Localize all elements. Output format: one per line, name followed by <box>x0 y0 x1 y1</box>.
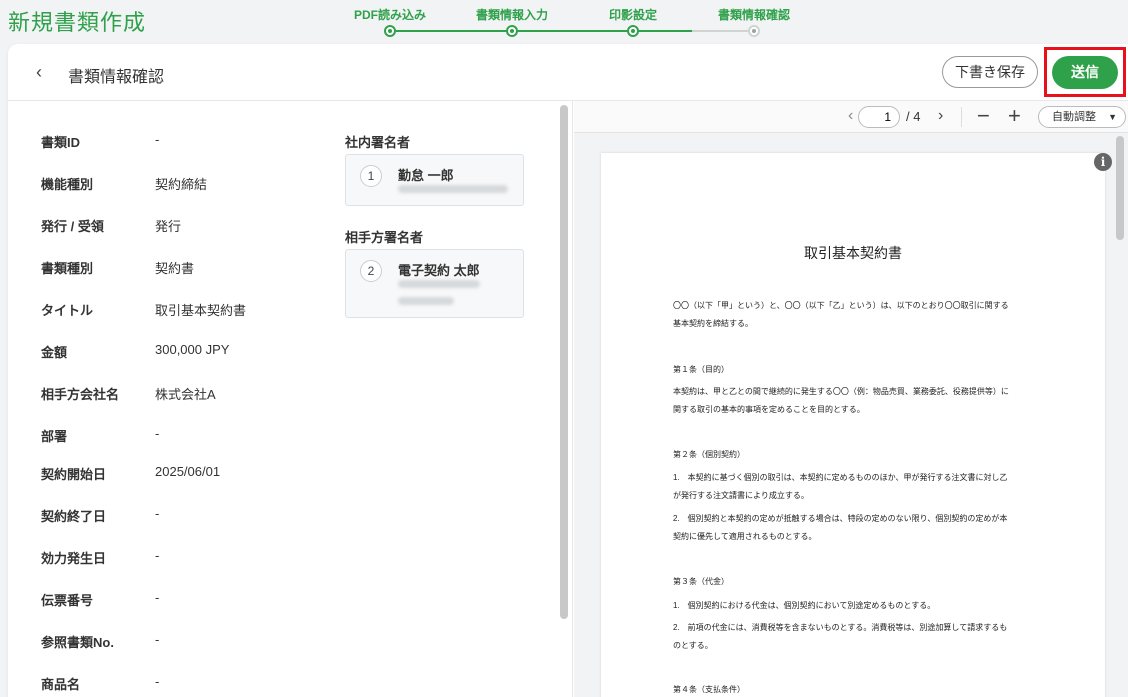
field-label: 発行 / 受領 <box>41 219 104 234</box>
field-value: 株式会社A <box>155 387 216 402</box>
document-line: 2. 個別契約と本契約の定めが抵触する場合は、特段の定めのない限り、個別契約の定… <box>673 514 1008 523</box>
field-value: 取引基本契約書 <box>155 303 247 318</box>
internal-signers-title: 社内署名者 <box>345 135 411 150</box>
document-line: 第２条（個別契約） <box>673 450 745 459</box>
page-total: / 4 <box>906 109 921 124</box>
field-value: - <box>155 590 160 605</box>
step-dot <box>627 25 639 37</box>
field-label: 書類ID <box>41 135 81 150</box>
document-line: 第４条（支払条件） <box>673 685 745 694</box>
step-confirm: 書類情報確認 <box>694 6 814 37</box>
main-card: ‹ 書類情報確認 下書き保存 送信 書類ID - 機能種別 契約締結 発行 / … <box>8 44 1128 697</box>
document-line: 1. 本契約に基づく個別の取引は、本契約に定めるもののほか、甲が発行する注文書に… <box>673 473 1008 482</box>
zoom-in-icon[interactable]: + <box>1008 103 1021 129</box>
field-label: タイトル <box>41 303 94 318</box>
field-value: - <box>155 674 160 689</box>
document-line: が発行する注文請書により成立する。 <box>673 491 809 500</box>
step-label: PDF読み込み <box>353 8 426 22</box>
field-value: 契約書 <box>155 261 195 276</box>
signer-company-redacted <box>398 280 480 288</box>
card-header: ‹ 書類情報確認 下書き保存 送信 <box>8 44 1128 101</box>
step-label: 書類情報確認 <box>717 8 790 22</box>
send-button[interactable]: 送信 <box>1052 56 1118 89</box>
field-value: - <box>155 506 160 521</box>
signer-email-redacted <box>398 297 454 305</box>
step-label: 書類情報入力 <box>475 8 548 22</box>
document-line: 基本契約を締結する。 <box>673 319 753 328</box>
step-label: 印影設定 <box>608 8 657 22</box>
step-seal-settings: 印影設定 <box>573 6 693 37</box>
field-value: 300,000 JPY <box>155 342 230 357</box>
field-label: 金額 <box>41 345 68 360</box>
step-pdf-import: PDF読み込み <box>330 6 450 37</box>
signer-email-redacted <box>398 185 508 193</box>
field-label: 伝票番号 <box>41 593 94 608</box>
field-value: - <box>155 132 160 147</box>
field-label: 参照書類No. <box>41 635 114 650</box>
signer-order-badge: 2 <box>360 260 382 282</box>
document-title: 取引基本契約書 <box>804 245 902 261</box>
field-label: 書類種別 <box>41 261 94 276</box>
field-value: - <box>155 548 160 563</box>
document-line: 第３条（代金） <box>673 577 729 586</box>
internal-signer-card: 1 勤怠 一郎 <box>345 154 524 206</box>
zoom-select-value: 自動調整 <box>1052 111 1096 123</box>
counterparty-signers-title: 相手方署名者 <box>345 230 424 245</box>
document-line: 本契約は、甲と乙との間で継続的に発生する〇〇（例：物品売買、業務委託、役務提供等… <box>673 387 1009 396</box>
step-document-info: 書類情報入力 <box>452 6 572 37</box>
back-chevron-icon[interactable]: ‹ <box>36 62 52 82</box>
save-draft-button[interactable]: 下書き保存 <box>942 56 1038 88</box>
signer-name: 勤怠 一郎 <box>398 168 454 183</box>
counterparty-signer-card: 2 電子契約 太郎 <box>345 249 524 318</box>
next-page-icon[interactable]: › <box>938 107 943 125</box>
document-line: 1. 個別契約における代金は、個別契約において別途定めるものとする。 <box>673 601 936 610</box>
field-value: 2025/06/01 <box>155 464 221 479</box>
prev-page-icon[interactable]: ‹ <box>848 107 853 125</box>
field-value: 契約締結 <box>155 177 208 192</box>
document-line: 第１条（目的） <box>673 365 729 374</box>
stepper-line-done <box>390 30 692 32</box>
caret-down-icon: ▼ <box>1108 112 1117 122</box>
field-value: 発行 <box>155 219 182 234</box>
viewer-toolbar: ‹ / 4 › − + 自動調整 ▼ <box>574 101 1128 133</box>
pdf-viewer: ‹ / 4 › − + 自動調整 ▼ 取引基本契約書 〇〇（以下「甲」という）と… <box>574 101 1128 697</box>
document-page: 取引基本契約書 〇〇（以下「甲」という）と、〇〇（以下「乙」という）は、以下のと… <box>601 153 1105 697</box>
signer-name: 電子契約 太郎 <box>398 263 480 278</box>
page-number-input[interactable] <box>858 106 900 128</box>
zoom-out-icon[interactable]: − <box>977 103 990 129</box>
document-line: 契約に優先して適用されるものとする。 <box>673 532 817 541</box>
signer-order-badge: 1 <box>360 165 382 187</box>
field-label: 商品名 <box>41 677 81 692</box>
info-icon[interactable]: i <box>1094 153 1112 171</box>
app-title: 新規書類作成 <box>8 10 147 35</box>
left-panel-scrollbar[interactable] <box>560 105 568 619</box>
document-line: 関する取引の基本的事項を定めることを目的とする。 <box>673 405 865 414</box>
field-label: 効力発生日 <box>41 551 107 566</box>
zoom-select[interactable]: 自動調整 ▼ <box>1038 106 1126 128</box>
toolbar-divider <box>961 107 962 127</box>
document-line: 2. 前項の代金には、消費税等を含まないものとする。消費税等は、別途加算して請求… <box>673 623 1008 632</box>
field-label: 相手方会社名 <box>41 387 120 402</box>
viewer-scrollbar[interactable] <box>1116 136 1124 240</box>
step-dot-current <box>748 25 760 37</box>
field-value: - <box>155 426 160 441</box>
document-line: のとする。 <box>673 641 713 650</box>
page-title: 書類情報確認 <box>68 69 165 86</box>
field-label: 契約開始日 <box>41 467 107 482</box>
step-dot <box>506 25 518 37</box>
field-label: 契約終了日 <box>41 509 107 524</box>
field-label: 部署 <box>41 429 68 444</box>
progress-stepper: PDF読み込み 書類情報入力 印影設定 書類情報確認 <box>330 0 790 40</box>
document-info-panel: 書類ID - 機能種別 契約締結 発行 / 受領 発行 書類種別 契約書 タイト… <box>8 101 573 697</box>
document-line: 〇〇（以下「甲」という）と、〇〇（以下「乙」という）は、以下のとおり〇〇取引に関… <box>673 301 1009 310</box>
step-dot <box>384 25 396 37</box>
stepper-line-pending <box>692 30 752 32</box>
field-label: 機能種別 <box>41 177 94 192</box>
field-value: - <box>155 632 160 647</box>
